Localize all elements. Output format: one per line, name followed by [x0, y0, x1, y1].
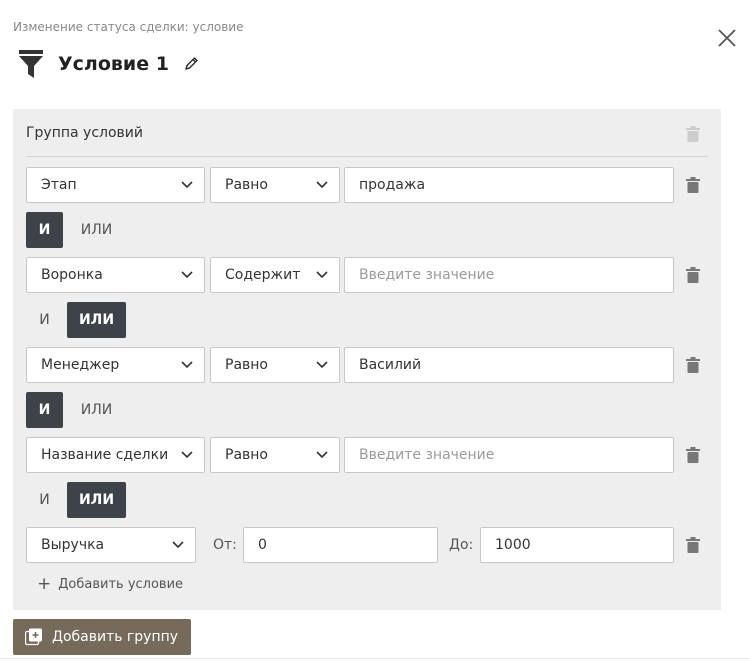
- field-select-value: Менеджер: [41, 357, 120, 373]
- or-button[interactable]: ИЛИ: [67, 482, 126, 518]
- operator-select[interactable]: Содержит: [210, 257, 340, 293]
- divider: [26, 156, 708, 157]
- field-select[interactable]: Этап: [26, 167, 205, 203]
- chevron-down-icon: [181, 271, 193, 279]
- chevron-down-icon: [316, 181, 328, 189]
- or-button[interactable]: ИЛИ: [67, 212, 126, 248]
- field-select-value: Этап: [41, 177, 77, 193]
- from-label: От:: [213, 537, 237, 553]
- or-button[interactable]: ИЛИ: [67, 392, 126, 428]
- pencil-icon[interactable]: [183, 56, 199, 72]
- operator-select[interactable]: Равно: [210, 437, 340, 473]
- chevron-down-icon: [316, 361, 328, 369]
- chevron-down-icon: [316, 271, 328, 279]
- divider: [0, 658, 749, 659]
- group-title: Группа условий: [26, 125, 143, 141]
- field-select[interactable]: Название сделки: [26, 437, 205, 473]
- field-select-value: Выручка: [41, 537, 105, 553]
- and-button[interactable]: И: [26, 482, 63, 518]
- trash-icon[interactable]: [686, 267, 700, 283]
- add-group-icon: [25, 628, 42, 646]
- trash-icon[interactable]: [686, 357, 700, 373]
- operator-select[interactable]: Равно: [210, 167, 340, 203]
- field-select[interactable]: Выручка: [26, 527, 196, 563]
- filter-icon: [19, 50, 43, 78]
- close-icon[interactable]: [714, 25, 740, 51]
- value-input[interactable]: Введите значение: [344, 257, 674, 293]
- or-button[interactable]: ИЛИ: [67, 302, 126, 338]
- to-input[interactable]: 1000: [480, 527, 674, 563]
- operator-select-value: Содержит: [225, 267, 301, 283]
- field-select-value: Название сделки: [41, 447, 169, 463]
- chevron-down-icon: [181, 181, 193, 189]
- value-input[interactable]: продажа: [344, 167, 674, 203]
- and-button[interactable]: И: [26, 392, 63, 428]
- add-group-button[interactable]: Добавить группу: [13, 619, 191, 655]
- chevron-down-icon: [316, 451, 328, 459]
- add-condition-label: Добавить условие: [58, 577, 184, 592]
- dialog-subtitle: Изменение статуса сделки: условие: [13, 20, 244, 34]
- and-button[interactable]: И: [26, 212, 63, 248]
- operator-select-value: Равно: [225, 447, 268, 463]
- operator-select-value: Равно: [225, 177, 268, 193]
- condition-group-panel: Группа условий Этап Равно продажа И ИЛИ …: [13, 109, 721, 610]
- operator-select[interactable]: Равно: [210, 347, 340, 383]
- chevron-down-icon: [181, 361, 193, 369]
- from-input[interactable]: 0: [243, 527, 438, 563]
- add-condition-button[interactable]: + Добавить условие: [37, 576, 183, 593]
- page-title: Условие 1: [58, 53, 169, 75]
- value-input[interactable]: Введите значение: [344, 437, 674, 473]
- and-button[interactable]: И: [26, 302, 63, 338]
- chevron-down-icon: [172, 541, 184, 549]
- trash-icon[interactable]: [686, 177, 700, 193]
- chevron-down-icon: [181, 451, 193, 459]
- operator-select-value: Равно: [225, 357, 268, 373]
- field-select[interactable]: Воронка: [26, 257, 205, 293]
- plus-icon: +: [37, 574, 52, 594]
- title-row: Условие 1: [18, 48, 199, 80]
- field-select[interactable]: Менеджер: [26, 347, 205, 383]
- add-group-label: Добавить группу: [52, 629, 179, 645]
- trash-icon[interactable]: [686, 447, 700, 463]
- field-select-value: Воронка: [41, 267, 103, 283]
- to-label: До:: [449, 537, 474, 553]
- trash-icon[interactable]: [686, 126, 700, 142]
- value-input[interactable]: Василий: [344, 347, 674, 383]
- trash-icon[interactable]: [686, 537, 700, 553]
